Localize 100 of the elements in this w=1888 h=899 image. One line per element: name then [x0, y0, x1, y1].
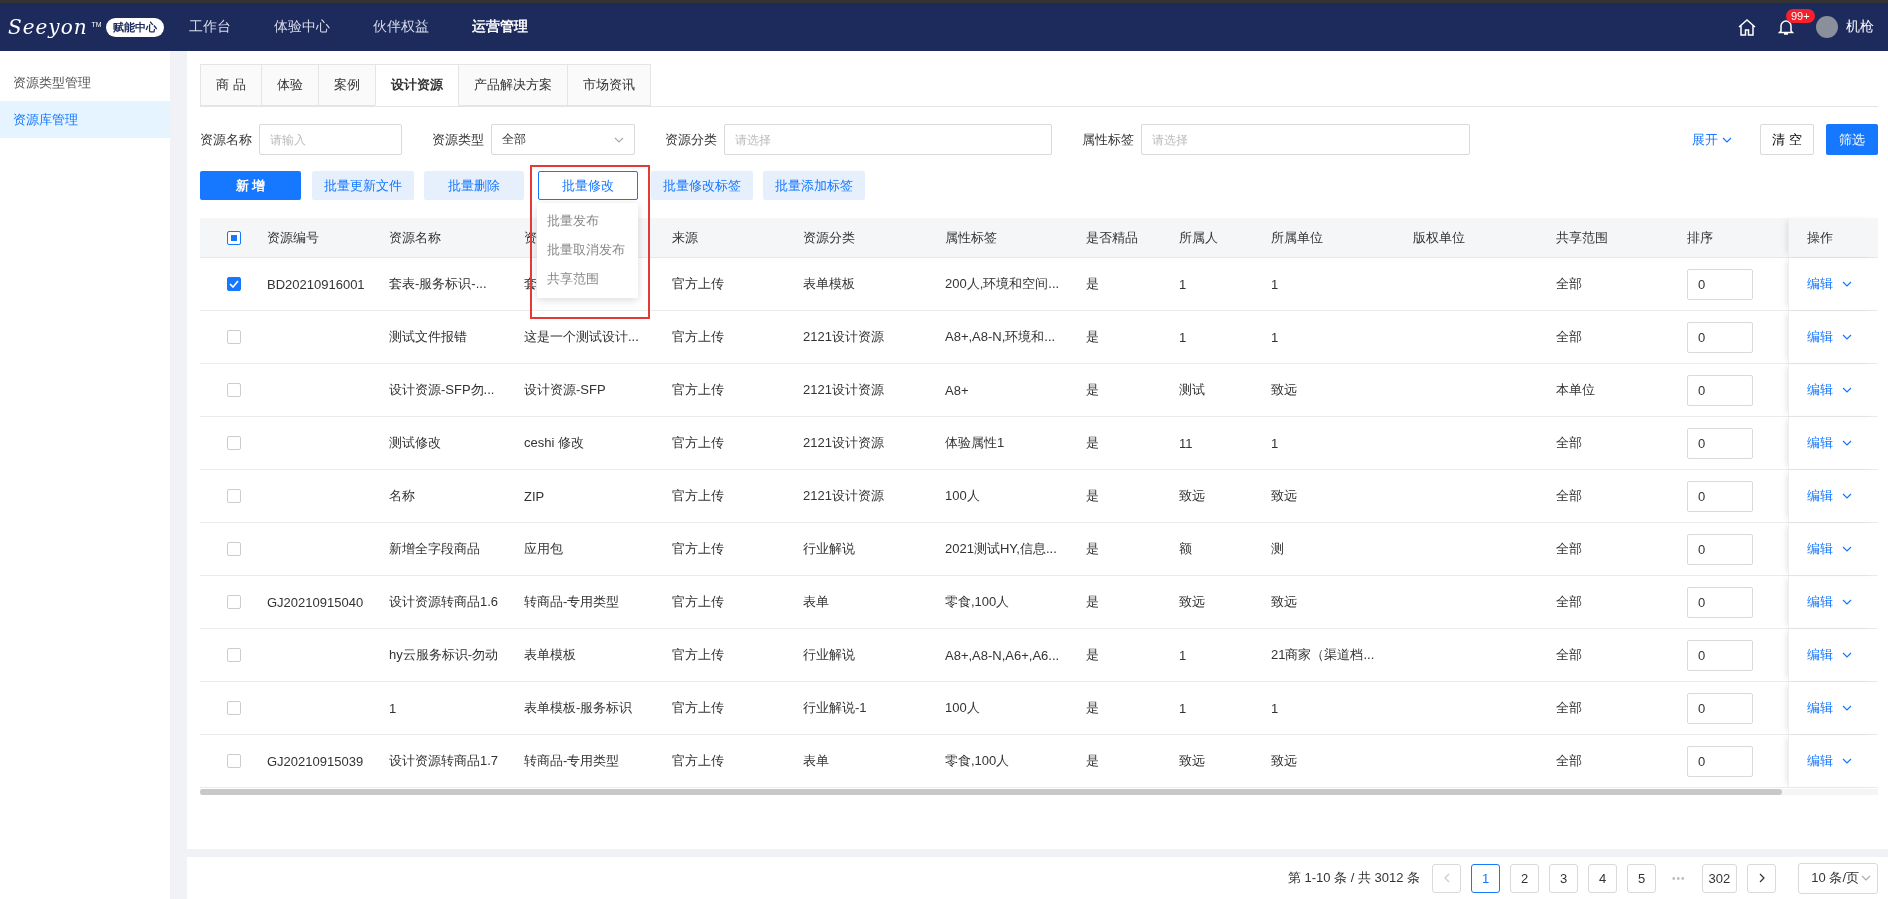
table-cell: 致远: [1271, 487, 1297, 505]
checkbox[interactable]: [226, 489, 241, 503]
chevron-down-icon: [1842, 758, 1852, 764]
menu-item[interactable]: 批量发布: [537, 207, 638, 236]
sort-input[interactable]: 0: [1687, 692, 1753, 724]
checkbox[interactable]: [226, 754, 241, 768]
page-button[interactable]: 5: [1627, 863, 1657, 893]
checkbox[interactable]: [226, 383, 241, 397]
table-cell: 额: [1179, 540, 1192, 558]
table-cell: 零食,100人: [945, 593, 1010, 611]
tab[interactable]: 产品解决方案: [457, 64, 567, 106]
chevron-right-icon: [1758, 873, 1765, 883]
sort-input[interactable]: 0: [1687, 586, 1753, 618]
table-cell: 全部: [1556, 752, 1582, 770]
chevron-left-icon: [1443, 873, 1450, 883]
menu-item[interactable]: 批量取消发布: [537, 236, 638, 265]
toolbar-button[interactable]: 批量更新文件: [312, 171, 414, 200]
input-field[interactable]: 请选择: [1141, 124, 1470, 155]
menu-item[interactable]: 共享范围: [537, 265, 638, 294]
input-field[interactable]: 请输入: [259, 124, 402, 155]
tab[interactable]: 案例: [317, 64, 375, 106]
checkbox[interactable]: [226, 542, 241, 556]
table-cell: 表单模板: [524, 646, 576, 664]
nav-item[interactable]: 工作台: [189, 18, 254, 36]
page-button[interactable]: 302: [1701, 863, 1738, 893]
toolbar-button[interactable]: 批量添加标签: [763, 171, 865, 200]
page-size-select[interactable]: 10 条/页: [1798, 862, 1878, 894]
nav-item[interactable]: 运营管理: [472, 18, 551, 36]
page-button[interactable]: 4: [1588, 863, 1618, 893]
user-name[interactable]: 机枪: [1846, 18, 1874, 36]
home-icon[interactable]: [1738, 18, 1756, 36]
chevron-down-icon: [1842, 546, 1852, 552]
checkbox[interactable]: [226, 277, 241, 291]
page-button[interactable]: 3: [1549, 863, 1579, 893]
sidebar-item[interactable]: 资源类型管理: [0, 64, 170, 101]
sort-input[interactable]: 0: [1687, 745, 1753, 777]
sort-input[interactable]: 0: [1687, 427, 1753, 459]
table-cell: 是: [1086, 646, 1099, 664]
edit-link[interactable]: 编辑: [1807, 434, 1852, 452]
table-cell: 致远: [1179, 593, 1205, 611]
tab[interactable]: 设计资源: [374, 64, 458, 106]
table-cell: hy云服务标识-勿动: [389, 646, 499, 664]
edit-link[interactable]: 编辑: [1807, 752, 1852, 770]
tab[interactable]: 商 品: [200, 64, 261, 106]
table-cell: 2121设计资源: [803, 434, 884, 452]
edit-link[interactable]: 编辑: [1807, 275, 1852, 293]
sort-input[interactable]: 0: [1687, 321, 1753, 353]
edit-link[interactable]: 编辑: [1807, 381, 1852, 399]
table-cell: 1: [1271, 435, 1279, 451]
edit-link[interactable]: 编辑: [1807, 487, 1852, 505]
bell-icon[interactable]: [1778, 18, 1794, 36]
table-cell: 测: [1271, 540, 1284, 558]
edit-link[interactable]: 编辑: [1807, 646, 1852, 664]
tab[interactable]: 市场资讯: [566, 64, 651, 106]
page-button[interactable]: 1: [1471, 863, 1501, 893]
checkbox[interactable]: [226, 230, 241, 245]
toolbar-button[interactable]: 批量修改标签: [651, 171, 753, 200]
table-cell: 测试文件报错: [389, 328, 467, 346]
chevron-down-icon: [1842, 705, 1852, 711]
filter-button[interactable]: 筛选: [1826, 124, 1878, 155]
edit-link[interactable]: 编辑: [1807, 328, 1852, 346]
sort-input[interactable]: 0: [1687, 533, 1753, 565]
next-page-button[interactable]: [1747, 863, 1777, 893]
column-header: 来源: [672, 228, 698, 247]
checkbox[interactable]: [226, 436, 241, 450]
column-header: 是否精品: [1086, 228, 1138, 247]
checkbox[interactable]: [226, 701, 241, 715]
nav-item[interactable]: 体验中心: [274, 18, 353, 36]
edit-link[interactable]: 编辑: [1807, 593, 1852, 611]
table-cell: 是: [1086, 752, 1099, 770]
table-cell: 这是一个测试设计...: [524, 328, 639, 346]
toolbar-button[interactable]: 批量修改: [538, 171, 638, 200]
previous-page-button[interactable]: [1432, 863, 1462, 893]
edit-link[interactable]: 编辑: [1807, 540, 1852, 558]
sort-input[interactable]: 0: [1687, 639, 1753, 671]
table-cell: 设计资源-SFP: [524, 381, 606, 399]
chevron-down-icon: [1842, 652, 1852, 658]
nav-item[interactable]: 伙伴权益: [373, 18, 452, 36]
checkbox[interactable]: [226, 595, 241, 609]
sort-input[interactable]: 0: [1687, 480, 1753, 512]
clear-button[interactable]: 清 空: [1760, 124, 1814, 155]
edit-link[interactable]: 编辑: [1807, 699, 1852, 717]
checkbox[interactable]: [226, 648, 241, 662]
toolbar-button[interactable]: 批量删除: [424, 171, 524, 200]
sidebar-item[interactable]: 资源库管理: [0, 101, 170, 138]
input-field[interactable]: 请选择: [724, 124, 1052, 155]
sort-input[interactable]: 0: [1687, 268, 1753, 300]
toolbar-button[interactable]: 新 增: [200, 171, 301, 200]
table-cell: 设计资源转商品1.7: [389, 752, 499, 770]
sort-input[interactable]: 0: [1687, 374, 1753, 406]
table-cell: 名称: [389, 487, 415, 505]
avatar[interactable]: [1816, 16, 1838, 38]
select-field[interactable]: 全部: [491, 124, 635, 155]
page-button[interactable]: 2: [1510, 863, 1540, 893]
table-cell: 套表-服务标识-...: [389, 275, 487, 293]
expand-link[interactable]: 展开: [1686, 129, 1738, 150]
checkbox[interactable]: [226, 330, 241, 344]
tab[interactable]: 体验: [260, 64, 318, 106]
column-header: 属性标签: [945, 228, 997, 247]
scrollbar[interactable]: [200, 789, 1782, 795]
